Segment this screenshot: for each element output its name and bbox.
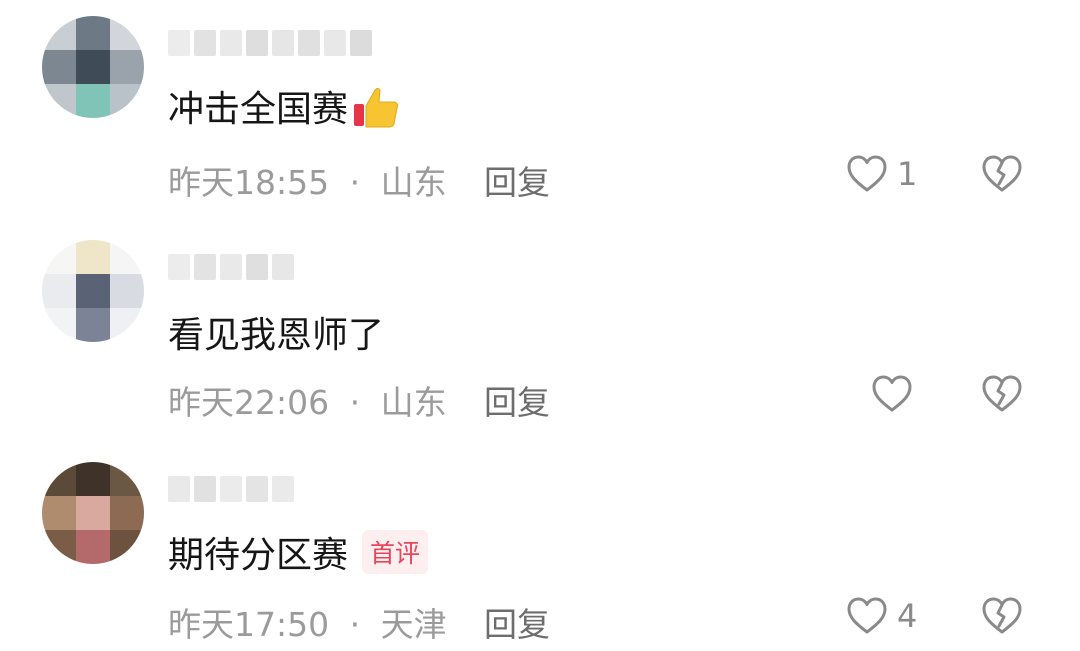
- comment-meta: 昨天18:55 · 山东: [168, 156, 447, 204]
- broken-heart-icon: [982, 155, 1022, 192]
- comment-time: 昨天17:50: [168, 605, 330, 644]
- comment-item: 期待分区赛 首评 昨天17:50 · 天津 回复 4: [0, 440, 1080, 651]
- comment-meta: 昨天22:06 · 山东: [168, 376, 447, 424]
- dislike-button[interactable]: [980, 374, 1024, 418]
- thumbs-up-icon: [354, 87, 399, 128]
- dislike-button[interactable]: [980, 596, 1024, 640]
- meta-separator: ·: [349, 605, 361, 644]
- comment-text-row: 期待分区赛 首评: [168, 524, 429, 580]
- reply-button[interactable]: 回复: [484, 376, 550, 424]
- comment-time: 昨天22:06: [168, 383, 330, 422]
- comment-text: 看见我恩师了: [168, 315, 385, 356]
- meta-separator: ·: [349, 163, 361, 202]
- like-count: 4: [897, 597, 918, 635]
- like-button[interactable]: [870, 374, 922, 414]
- comment-text: 冲击全国赛: [168, 89, 349, 130]
- first-comment-badge: 首评: [362, 530, 429, 574]
- comment-item: 冲击全国赛 昨天18:55 · 山东 回复 1: [0, 0, 1080, 220]
- comment-time: 昨天18:55: [168, 163, 330, 202]
- broken-heart-icon: [982, 597, 1022, 634]
- comment-location: 天津: [380, 605, 447, 644]
- heart-outline-icon: [847, 597, 887, 634]
- avatar[interactable]: [42, 16, 144, 118]
- like-button[interactable]: 1: [845, 154, 917, 194]
- avatar[interactable]: [42, 240, 144, 342]
- like-button[interactable]: 4: [845, 596, 917, 636]
- comment-meta: 昨天17:50 · 天津: [168, 598, 447, 646]
- meta-separator: ·: [349, 383, 361, 422]
- comment-text-row: 看见我恩师了: [168, 304, 384, 360]
- reply-button[interactable]: 回复: [484, 598, 550, 646]
- comment-location: 山东: [380, 383, 447, 422]
- comment-text: 期待分区赛: [168, 535, 349, 576]
- reply-button[interactable]: 回复: [484, 156, 550, 204]
- broken-heart-icon: [982, 375, 1022, 412]
- heart-outline-icon: [872, 375, 912, 412]
- comment-item: 看见我恩师了 昨天22:06 · 山东 回复: [0, 220, 1080, 440]
- avatar[interactable]: [42, 462, 144, 564]
- dislike-button[interactable]: [980, 154, 1024, 198]
- comment-text-row: 冲击全国赛: [168, 78, 402, 134]
- heart-outline-icon: [847, 155, 887, 192]
- like-count: 1: [897, 155, 918, 193]
- comment-location: 山东: [380, 163, 447, 202]
